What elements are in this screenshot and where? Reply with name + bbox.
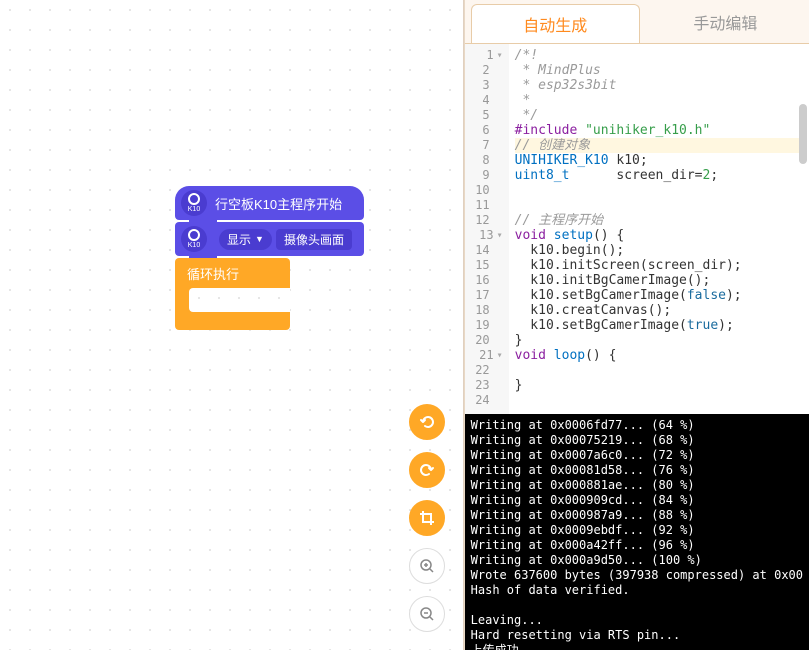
workspace-tools — [409, 404, 445, 632]
right-panel: 自动生成 手动编辑 1▾2345678910111213▾14151617181… — [464, 0, 809, 650]
zoom-out-button[interactable] — [409, 596, 445, 632]
tab-auto-generate[interactable]: 自动生成 — [471, 4, 640, 43]
block-hat-start[interactable]: K10 行空板K10主程序开始 — [175, 186, 364, 220]
display-dropdown[interactable]: 显示▼ — [219, 229, 272, 250]
k10-badge-icon: K10 — [181, 226, 207, 252]
block-loop-body[interactable] — [189, 288, 290, 312]
tab-manual-edit[interactable]: 手动编辑 — [642, 0, 809, 43]
redo-button[interactable] — [409, 452, 445, 488]
code-content: /*! * MindPlus * esp32s3bit * */#include… — [509, 44, 809, 414]
camera-label: 摄像头画面 — [276, 229, 352, 250]
caret-down-icon: ▼ — [255, 234, 264, 244]
zoom-in-button[interactable] — [409, 548, 445, 584]
code-editor[interactable]: 1▾2345678910111213▾1415161718192021▾2223… — [465, 44, 809, 414]
code-gutter: 1▾2345678910111213▾1415161718192021▾2223… — [465, 44, 509, 414]
code-tabs: 自动生成 手动编辑 — [465, 0, 809, 44]
crop-button[interactable] — [409, 500, 445, 536]
block-loop[interactable]: 循环执行 — [175, 258, 290, 330]
blocks-workspace[interactable]: K10 行空板K10主程序开始 K10 显示▼ 摄像头画面 循环执行 — [0, 0, 464, 650]
serial-console[interactable]: Writing at 0x0006fd77... (64 %) Writing … — [465, 414, 809, 650]
k10-badge-icon: K10 — [181, 190, 207, 216]
block-display-camera[interactable]: K10 显示▼ 摄像头画面 — [175, 222, 364, 256]
app-root: K10 行空板K10主程序开始 K10 显示▼ 摄像头画面 循环执行 — [0, 0, 809, 650]
undo-button[interactable] — [409, 404, 445, 440]
block-hat-label: 行空板K10主程序开始 — [215, 194, 342, 213]
code-scrollbar[interactable] — [799, 104, 807, 164]
blocks-stage: K10 行空板K10主程序开始 K10 显示▼ 摄像头画面 循环执行 — [175, 186, 364, 330]
block-loop-label: 循环执行 — [187, 264, 239, 283]
